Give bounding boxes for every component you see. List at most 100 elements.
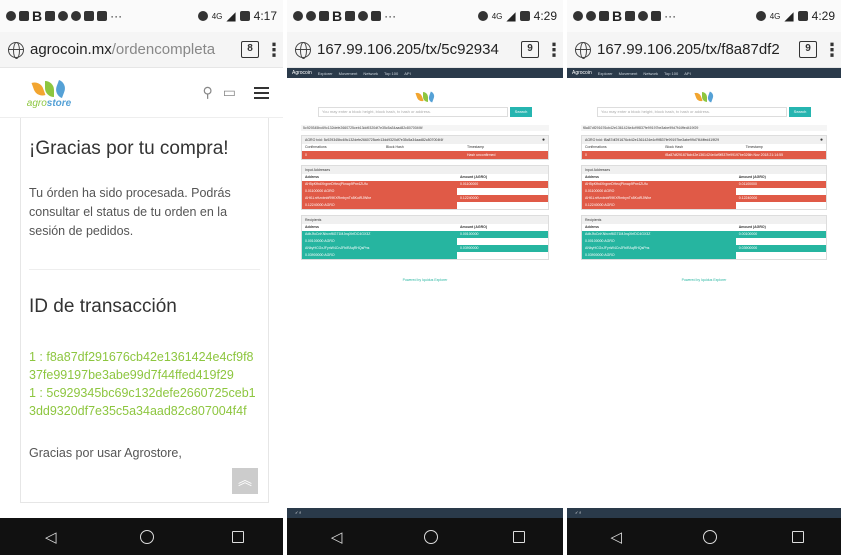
recents-icon[interactable] <box>513 530 526 543</box>
url-bar[interactable]: agrocoin.mx/ordencompleta 8 ⋮ <box>0 32 283 68</box>
nav-explorer[interactable]: Explorer <box>318 71 333 76</box>
b-icon: B <box>32 8 43 24</box>
url-text[interactable]: 167.99.106.205/tx/f8a87df2 <box>597 41 793 58</box>
clock: 4:29 <box>533 9 557 23</box>
nav-api[interactable]: API <box>684 71 690 76</box>
tx-panel: AGRO txid: f8a87df291676cb42e1361424e4cf… <box>581 135 827 160</box>
agrostore-logo <box>581 90 827 103</box>
twitter-icon <box>371 11 382 21</box>
status-bar: B ··· 4G ◢ 4:29 <box>567 0 841 32</box>
url-text[interactable]: 167.99.106.205/tx/5c92934 <box>317 41 515 58</box>
more-icon: ··· <box>384 9 397 23</box>
status-bar: B ··· 4G ◢ 4:29 <box>287 0 563 32</box>
nav-top100[interactable]: Top 100 <box>384 71 398 76</box>
address-link[interactable]: AHt1LnHzxbnbR9KXRmbynTx8KoiRJWhe <box>302 195 457 202</box>
transaction-id-link[interactable]: 1 : f8a87df291676cb42e1361424e4cf9f837fe… <box>29 348 260 384</box>
tab-count-button[interactable]: 8 <box>241 41 259 58</box>
app-icon <box>84 11 95 21</box>
twitter-icon <box>97 11 108 21</box>
app-icon <box>358 11 369 21</box>
nav-explorer[interactable]: Explorer <box>598 71 613 76</box>
clock: 4:17 <box>253 9 277 23</box>
explorer-brand[interactable]: Agrocoin <box>572 70 592 76</box>
app-icon <box>638 11 649 21</box>
agrostore-logo[interactable]: agrostore <box>22 77 76 109</box>
address-link[interactable]: AdbJfoCnKNhcnf6G71MJnqXhfDC4GX3Z <box>302 231 457 238</box>
powered-by[interactable]: Powered by Iquidus Explorer <box>301 278 549 282</box>
search-button[interactable]: Search <box>510 107 532 117</box>
notification-icon <box>293 11 303 21</box>
menu-icon[interactable]: ⋮ <box>265 41 283 59</box>
order-complete-card: ¡Gracias por tu compra! Tu órden ha sido… <box>20 118 269 503</box>
address-link[interactable]: ANbyHCGxJFynW4CnJFbiRAqRHQsPns <box>302 245 457 252</box>
home-icon[interactable] <box>702 529 717 544</box>
explorer-footer: ✓ f <box>287 508 563 518</box>
network-type: 4G <box>769 11 781 21</box>
tab-count-button[interactable]: 9 <box>799 41 817 58</box>
tx-summary-row: 0 f8a87df291676cb42e1361424e4cf9f837fe991… <box>582 151 826 159</box>
double-chevron-up-icon: ︽ <box>238 472 252 488</box>
home-icon[interactable] <box>423 529 438 544</box>
tx-summary-row: 0 Hash unconfirmed <box>302 151 548 159</box>
nav-api[interactable]: API <box>404 71 410 76</box>
url-bar[interactable]: 167.99.106.205/tx/f8a87df2 9 ⋮ <box>567 32 841 68</box>
nav-network[interactable]: Network <box>643 71 658 76</box>
explorer-footer: ✓ f <box>567 508 841 518</box>
facebook-icon[interactable]: f <box>299 510 300 515</box>
app-icon <box>71 11 82 21</box>
android-nav-bar: ◁ <box>0 518 283 555</box>
nav-top100[interactable]: Top 100 <box>664 71 678 76</box>
address-link[interactable]: ANbyHCGxJFynW4CnJFbiRAqRHQsPns <box>582 245 736 252</box>
nav-movement[interactable]: Movement <box>339 71 358 76</box>
back-icon[interactable]: ◁ <box>325 528 349 546</box>
transaction-heading: ID de transacción <box>29 296 177 317</box>
b-icon: B <box>332 8 343 24</box>
minus-circle-icon <box>755 11 766 21</box>
search-input[interactable]: You may enter a block height, block hash… <box>318 107 508 117</box>
image-icon <box>625 11 636 21</box>
transaction-id-link[interactable]: 1 : 5c929345bc69c132defe2660725ceb13dd93… <box>29 384 260 420</box>
message-icon <box>319 11 329 21</box>
menu-icon[interactable]: ⋮ <box>545 41 563 59</box>
url-bar[interactable]: 167.99.106.205/tx/5c92934 9 ⋮ <box>287 32 563 68</box>
transaction-ids[interactable]: 1 : f8a87df291676cb42e1361424e4cf9f837fe… <box>29 348 260 420</box>
search-button[interactable]: Search <box>789 107 811 117</box>
search-input[interactable]: You may enter a block height, block hash… <box>597 107 787 117</box>
back-icon[interactable]: ◁ <box>604 528 628 546</box>
farewell-text: Gracias por usar Agrostore, <box>29 446 182 460</box>
twitter-icon[interactable]: ✓ <box>575 510 578 515</box>
nav-movement[interactable]: Movement <box>619 71 638 76</box>
search-icon[interactable]: ⚲ <box>203 84 213 101</box>
powered-by[interactable]: Powered by Iquidus Explorer <box>581 278 827 282</box>
hamburger-menu-icon[interactable] <box>254 86 269 99</box>
android-nav-bar: ◁ <box>567 518 841 555</box>
nav-network[interactable]: Network <box>363 71 378 76</box>
explorer-brand[interactable]: Agrocoin <box>292 70 312 76</box>
scroll-top-button[interactable]: ︽ <box>232 468 258 494</box>
url-text[interactable]: agrocoin.mx/ordencompleta <box>30 41 235 58</box>
menu-icon[interactable]: ⋮ <box>823 41 841 59</box>
tx-hash: f8a87df291676cb42e1361424e4cf9f837fe9919… <box>581 125 827 131</box>
address-link[interactable]: AH5pKfhdXhgneDHeojPknap9Pnr4ZUfu <box>582 181 736 188</box>
app-icon <box>586 11 596 21</box>
input-addresses: Input Addresses Address Amount (AGRO) AH5… <box>581 165 827 210</box>
phone-explorer-tx1: B ··· 4G ◢ 4:29 167.99.106.205/tx/5c9293… <box>287 0 563 555</box>
status-bar: B ··· 4G ◢ 4:17 <box>0 0 283 32</box>
app-icon <box>306 11 316 21</box>
recents-icon[interactable] <box>232 530 245 543</box>
twitter-icon[interactable]: ✓ <box>295 510 298 515</box>
home-icon[interactable] <box>140 529 155 544</box>
cart-icon[interactable]: ▭ <box>223 84 236 101</box>
globe-icon <box>295 41 311 59</box>
facebook-icon[interactable]: f <box>579 510 580 515</box>
battery-icon <box>519 11 530 21</box>
twitter-icon <box>651 11 662 21</box>
address-link[interactable]: AH5pKfhdXhgneDHeojPknap9Pnr4ZUfu <box>302 181 457 188</box>
tab-count-button[interactable]: 9 <box>521 41 539 58</box>
address-link[interactable]: AdbJfoCnKNhcnf6G71MJnqXhfDC4GX3Z <box>582 231 736 238</box>
back-icon[interactable]: ◁ <box>39 528 63 546</box>
address-link[interactable]: AHt1LnHzxbnbR9KXRmbynTx8KoiRJWhe <box>582 195 736 202</box>
message-icon <box>599 11 609 21</box>
signal-icon: ◢ <box>226 9 236 23</box>
recents-icon[interactable] <box>791 530 804 543</box>
